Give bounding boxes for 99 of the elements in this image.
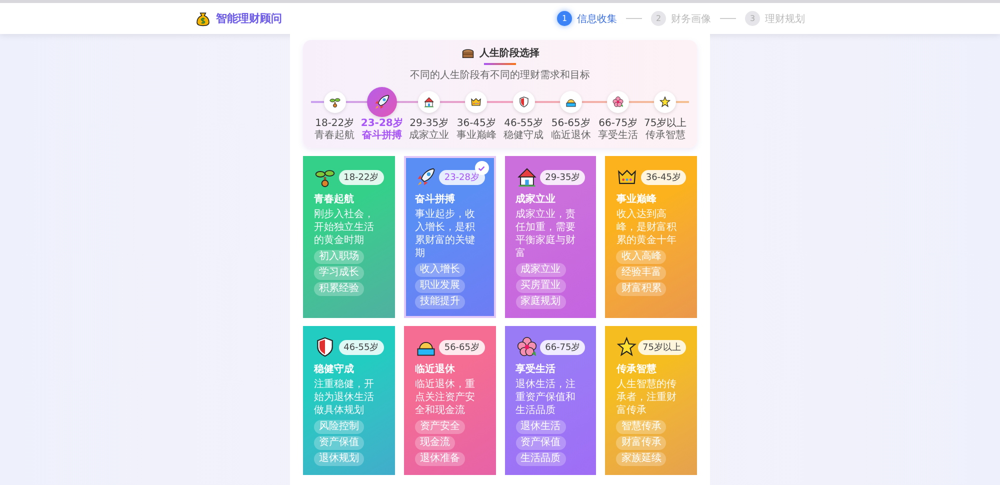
- stage-card[interactable]: 36-45岁 事业巅峰 收入达到高峰，是财富积累的黄金十年 收入高峰 经验丰富 财富积累: [605, 156, 697, 318]
- age-badge: 18-22岁: [338, 170, 384, 184]
- stage-button[interactable]: [607, 91, 630, 113]
- section-subtitle: 不同的人生阶段有不同的理财需求和目标: [410, 68, 590, 82]
- card-description: 注重稳健，开始为退休生活做具体规划: [314, 378, 375, 417]
- step-number: 3: [745, 11, 760, 26]
- tag: 资产保值: [516, 436, 566, 450]
- tag: 资产安全: [414, 420, 465, 434]
- step-label[interactable]: 信息收集: [577, 12, 617, 26]
- tag: 积累经验: [314, 282, 364, 296]
- flower-icon: [516, 336, 538, 358]
- card-description: 临近退休，重点关注资产安全和现金流: [414, 378, 476, 417]
- stage-card[interactable]: 29-35岁 成家立业 成家立业，责任加重，需要平衡家庭与财富 成家立业 买房置业 家庭规划: [504, 156, 596, 318]
- card-title: 成家立业: [516, 192, 556, 206]
- stage-name[interactable]: 成家立业: [409, 130, 450, 142]
- stage-name[interactable]: 奋斗拼搏: [362, 130, 402, 142]
- house-icon: [423, 96, 436, 108]
- stage-name[interactable]: 事业巅峰: [456, 130, 496, 142]
- card-description: 人生智慧的传承者，注重财富传承: [616, 378, 678, 417]
- stage-card[interactable]: 18-22岁 青春起航 刚步入社会，开始独立生活的黄金时期 初入职场 学习成长 积累经验: [303, 156, 395, 318]
- card-description: 事业起步，收入增长，是积累财富的关键期: [414, 208, 476, 260]
- tag: 成家立业: [516, 263, 566, 277]
- card-title: 享受生活: [516, 362, 556, 376]
- tag: 资产保值: [314, 436, 364, 450]
- tag: 初入职场: [314, 250, 364, 264]
- card-description: 收入达到高峰，是财富积累的黄金十年: [616, 208, 678, 247]
- age-badge: 29-35岁: [540, 170, 586, 184]
- stage-age: 46-55岁: [504, 118, 544, 130]
- stage-button[interactable]: [654, 91, 676, 113]
- stage-button[interactable]: [324, 91, 346, 113]
- section-title: 人生阶段选择: [480, 46, 540, 60]
- stage-button[interactable]: [560, 91, 582, 113]
- stage-card[interactable]: 66-75岁 享受生活 退休生活，注重资产保值和生活品质 退休生活 资产保值 生活品质: [504, 326, 596, 475]
- stage-card[interactable]: 23-28岁 奋斗拼搏 事业起步，收入增长，是积累财富的关键期 收入增长 职业发展 技能提升: [404, 156, 496, 318]
- tag: 学习成长: [314, 266, 364, 280]
- tag: 收入增长: [414, 263, 465, 277]
- age-badge: 46-55岁: [338, 340, 384, 354]
- shield-icon: [314, 336, 336, 358]
- stage-age: 23-28岁: [360, 118, 403, 130]
- stage-age: 75岁以上: [644, 118, 687, 130]
- tag: 技能提升: [414, 295, 465, 309]
- star-icon: [616, 336, 638, 358]
- card-description: 成家立业，责任加重，需要平衡家庭与财富: [516, 208, 576, 260]
- stage-card[interactable]: 46-55岁 稳健守成 注重稳健，开始为退休生活做具体规划 风险控制 资产保值 退休规划: [303, 326, 395, 475]
- star-icon: [659, 96, 672, 108]
- stage-card[interactable]: 56-65岁 临近退休 临近退休，重点关注资产安全和现金流 资产安全 现金流 退休准备: [404, 326, 496, 475]
- tag: 退休规划: [314, 452, 364, 466]
- stage-card[interactable]: 75岁以上 传承智慧 人生智慧的传承者，注重财富传承 智慧传承 财富传承 家族延续: [605, 326, 697, 475]
- tag: 财富积累: [616, 282, 666, 296]
- stage-age: 66-75岁: [598, 118, 638, 130]
- shield-icon: [518, 96, 530, 108]
- stage-button[interactable]: [366, 87, 397, 117]
- tag: 退休准备: [414, 452, 465, 466]
- stage-age: 56-65岁: [551, 118, 590, 130]
- tag: 家族延续: [616, 452, 666, 466]
- tag: 经验丰富: [616, 266, 666, 280]
- sprout-icon: [328, 96, 341, 108]
- flower-icon: [612, 96, 624, 108]
- crown-icon: [470, 96, 482, 108]
- card-title: 奋斗拼搏: [414, 192, 456, 206]
- money-bag-icon: [195, 10, 211, 26]
- tag: 退休生活: [516, 420, 566, 434]
- card-description: 退休生活，注重资产保值和生活品质: [516, 378, 576, 417]
- card-title: 事业巅峰: [616, 192, 658, 206]
- step-number: 1: [557, 11, 572, 26]
- age-badge: 66-75岁: [540, 340, 586, 354]
- stage-name[interactable]: 传承智慧: [645, 130, 686, 142]
- stage-button[interactable]: [512, 91, 535, 113]
- stage-name[interactable]: 青春起航: [314, 130, 355, 142]
- card-title: 稳健守成: [314, 362, 355, 376]
- app-title: 智能理财顾问: [216, 11, 282, 26]
- tag: 生活品质: [516, 452, 566, 466]
- tag: 风险控制: [314, 420, 364, 434]
- stage-age: 18-22岁: [315, 118, 354, 130]
- tag: 家庭规划: [516, 295, 566, 309]
- age-badge: 23-28岁: [439, 170, 484, 184]
- house-icon: [516, 166, 538, 188]
- stage-name[interactable]: 临近退休: [550, 130, 591, 142]
- card-title: 青春起航: [314, 192, 355, 206]
- tag: 财富传承: [616, 436, 666, 450]
- card-title: 传承智慧: [616, 362, 658, 376]
- stage-name[interactable]: 稳健守成: [504, 130, 544, 142]
- age-badge: 36-45岁: [640, 170, 686, 184]
- tag: 智慧传承: [616, 420, 666, 434]
- tag: 职业发展: [414, 279, 465, 293]
- stage-age: 36-45岁: [456, 118, 496, 130]
- stage-age: 29-35岁: [410, 118, 449, 130]
- stage-name[interactable]: 享受生活: [598, 130, 638, 142]
- stage-button[interactable]: [465, 91, 488, 113]
- step-number: 2: [651, 11, 666, 26]
- card-description: 刚步入社会，开始独立生活的黄金时期: [314, 208, 375, 247]
- age-badge: 75岁以上: [638, 340, 686, 354]
- rocket-icon: [372, 93, 391, 111]
- card-title: 临近退休: [414, 362, 456, 376]
- tag: 现金流: [414, 436, 455, 450]
- stage-button[interactable]: [418, 91, 440, 113]
- tag: 买房置业: [516, 279, 566, 293]
- tag: 收入高峰: [616, 250, 666, 264]
- age-badge: 56-65岁: [439, 340, 484, 354]
